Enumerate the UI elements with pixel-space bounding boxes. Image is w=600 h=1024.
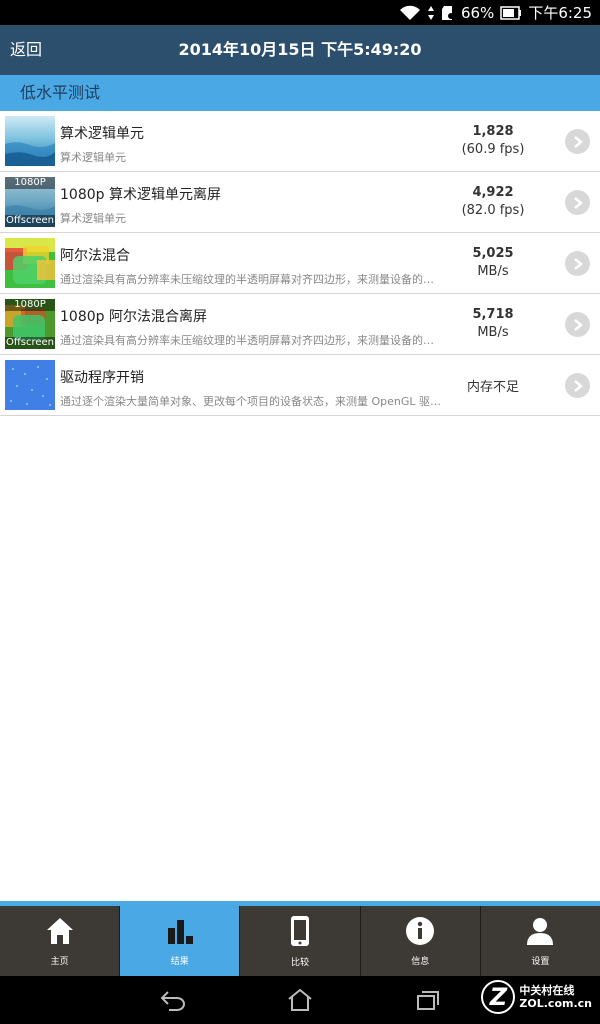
tab-label: 比较 (291, 957, 310, 968)
battery-icon (500, 5, 522, 20)
score-unit: MB/s (477, 325, 509, 340)
bottom-tab-bar: 主页 结果 比较 信息 设置 (0, 901, 600, 976)
test-list: 算术逻辑单元 算术逻辑单元 1,828 (60.9 fps) 1080P Off… (0, 111, 600, 416)
status-bar: 66% 下午6:25 (0, 0, 600, 25)
tab-label: 结果 (170, 956, 189, 967)
clock: 下午6:25 (528, 4, 592, 22)
thumb-resolution-label: 1080P (5, 177, 55, 189)
list-item[interactable]: 1080P Offscreen 1080p 算术逻辑单元离屏 算术逻辑单元 4,… (0, 172, 600, 233)
score-value: 5,025 (472, 246, 514, 261)
watermark-text: 中关村在线 ZOL.com.cn (519, 984, 592, 1010)
test-title: 阿尔法混合 (60, 248, 130, 264)
tab-compare[interactable]: 比较 (240, 906, 361, 976)
thumb-resolution-label: 1080P (5, 299, 55, 311)
recent-apps-icon[interactable] (413, 986, 443, 1014)
section-header: 低水平测试 (0, 75, 600, 111)
thumb-offscreen-label: Offscreen (5, 215, 55, 227)
test-title: 1080p 算术逻辑单元离屏 (60, 187, 221, 203)
list-item[interactable]: 1080P Offscreen 1080p 阿尔法混合离屏 通过渲染具有高分辨率… (0, 294, 600, 355)
test-title: 1080p 阿尔法混合离屏 (60, 309, 207, 325)
zol-logo-icon: Z (481, 980, 516, 1014)
score-value: 1,828 (472, 124, 514, 139)
thumb-offscreen-label: Offscreen (5, 337, 55, 349)
wifi-icon (399, 5, 421, 21)
alpha-blend-offscreen-thumbnail: 1080P Offscreen (5, 299, 55, 349)
score-unit: (60.9 fps) (461, 142, 525, 157)
list-item[interactable]: 阿尔法混合 通过渲染具有高分辨率未压缩纹理的半透明屏幕对齐四边形，来测量设备的…… (0, 233, 600, 294)
test-score: 内存不足 (438, 376, 548, 395)
test-description: 通过渲染具有高分辨率未压缩纹理的半透明屏幕对齐四边形，来测量设备的… (60, 273, 434, 286)
test-description: 算术逻辑单元 (60, 151, 126, 164)
score-value: 4,922 (472, 185, 514, 200)
watermark-logo: Z 中关村在线 ZOL.com.cn (481, 980, 592, 1014)
test-title: 驱动程序开销 (60, 370, 144, 386)
page-title: 2014年10月15日 下午5:49:20 (178, 40, 422, 59)
back-button[interactable]: 返回 (10, 25, 42, 75)
phone-icon (285, 915, 315, 951)
score-status: 内存不足 (466, 380, 519, 395)
watermark-line1: 中关村在线 (519, 984, 575, 997)
tab-info[interactable]: 信息 (361, 906, 481, 976)
tab-label: 设置 (531, 956, 550, 967)
home-nav-icon[interactable] (285, 986, 315, 1014)
test-description: 算术逻辑单元 (60, 212, 126, 225)
chevron-right-icon[interactable] (565, 312, 590, 337)
test-title: 算术逻辑单元 (60, 126, 144, 142)
alpha-blend-thumbnail (5, 238, 55, 288)
list-item[interactable]: 驱动程序开销 通过逐个渲染大量简单对象、更改每个项目的设备状态，来测量 Open… (0, 355, 600, 416)
sd-card-icon (441, 5, 455, 21)
test-description: 通过渲染具有高分辨率未压缩纹理的半透明屏幕对齐四边形，来测量设备的… (60, 334, 434, 347)
chevron-right-icon[interactable] (565, 373, 590, 398)
score-unit: MB/s (477, 264, 509, 279)
test-score: 1,828 (60.9 fps) (438, 123, 548, 159)
list-item[interactable]: 算术逻辑单元 算术逻辑单元 1,828 (60.9 fps) (0, 111, 600, 172)
home-icon (45, 916, 75, 950)
system-nav-bar: Z 中关村在线 ZOL.com.cn (0, 976, 600, 1024)
chevron-right-icon[interactable] (565, 190, 590, 215)
chevron-right-icon[interactable] (565, 129, 590, 154)
data-arrows-icon (427, 5, 435, 21)
tab-label: 信息 (411, 956, 430, 967)
watermark-line2: ZOL.com.cn (519, 997, 592, 1010)
arithmetic-offscreen-thumbnail: 1080P Offscreen (5, 177, 55, 227)
tab-settings[interactable]: 设置 (481, 906, 600, 976)
tab-label: 主页 (50, 956, 69, 967)
test-score: 5,718 MB/s (438, 306, 548, 342)
test-score: 5,025 MB/s (438, 245, 548, 281)
score-value: 5,718 (472, 307, 514, 322)
arithmetic-thumbnail (5, 116, 55, 166)
score-unit: (82.0 fps) (461, 203, 525, 218)
driver-overhead-thumbnail (5, 360, 55, 410)
battery-percent: 66% (460, 3, 495, 22)
test-description: 通过逐个渲染大量简单对象、更改每个项目的设备状态，来测量 OpenGL 驱… (60, 395, 442, 408)
bar-chart-icon (165, 916, 195, 950)
test-score: 4,922 (82.0 fps) (438, 184, 548, 220)
user-icon (525, 916, 555, 950)
back-icon[interactable] (158, 986, 188, 1014)
app-header: 返回 2014年10月15日 下午5:49:20 (0, 25, 600, 75)
tab-results[interactable]: 结果 (120, 906, 241, 976)
chevron-right-icon[interactable] (565, 251, 590, 276)
info-icon (405, 916, 435, 950)
tab-home[interactable]: 主页 (0, 906, 121, 976)
